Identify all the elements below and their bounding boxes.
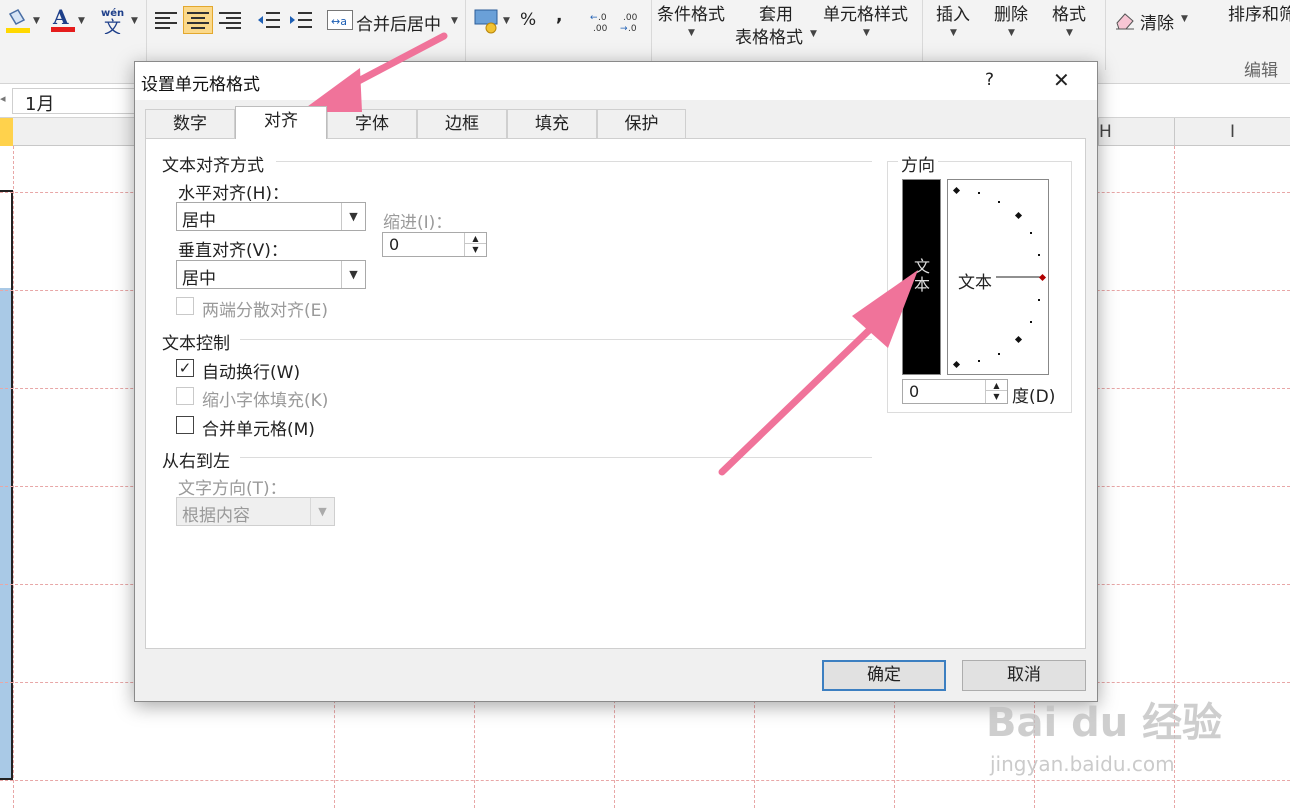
watermark-url: jingyan.baidu.com — [990, 752, 1175, 776]
tab-alignment[interactable]: 对齐 — [235, 106, 327, 139]
arrow-to-vertical-text — [718, 308, 892, 476]
watermark-brand: Bai du 经验 — [986, 700, 1223, 746]
annotation-arrows — [300, 32, 918, 476]
